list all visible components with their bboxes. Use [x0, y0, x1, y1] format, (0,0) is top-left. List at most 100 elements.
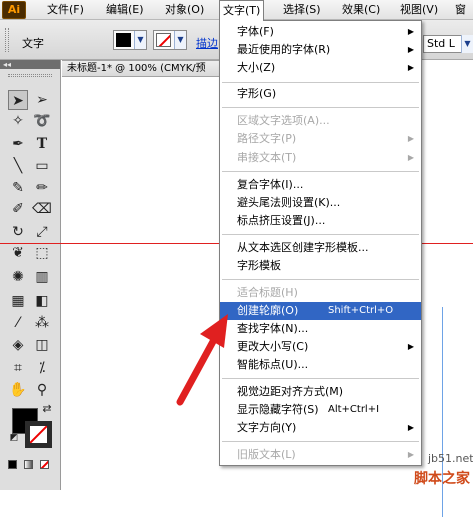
default-colors-icon[interactable]: ◩: [8, 432, 20, 444]
menu-item-area-type-options: 区域文字选项(A)...: [220, 112, 421, 130]
menu-edit[interactable]: 编辑(E): [103, 0, 147, 20]
submenu-arrow-icon: ▶: [407, 342, 414, 351]
live-paint-selection-tool-icon[interactable]: ◫: [32, 335, 52, 355]
blob-brush-tool-icon[interactable]: ✐: [8, 199, 28, 219]
menu-item-recent-fonts[interactable]: 最近使用的字体(R) ▶: [220, 41, 421, 59]
selection-tool-icon[interactable]: ➤: [8, 90, 28, 110]
eraser-tool-icon[interactable]: ⌫: [32, 199, 52, 219]
menu-item-label: 复合字体(I)...: [237, 178, 304, 191]
menu-item-optical-margin-alignment[interactable]: 视觉边距对齐方式(M): [220, 383, 421, 401]
menu-item-mojikumi-settings[interactable]: 标点挤压设置(J)...: [220, 212, 421, 230]
document-tab[interactable]: 未标题-1* @ 100% (CMYK/预: [62, 60, 220, 77]
menu-effect[interactable]: 效果(C): [339, 0, 383, 20]
rectangle-tool-icon[interactable]: ▭: [32, 156, 52, 176]
menu-item-label: 串接文本(T): [237, 151, 297, 164]
stroke-link[interactable]: 描边: [196, 35, 218, 51]
menu-item-fit-headline: 适合标题(H): [220, 284, 421, 302]
collapse-panel-icon[interactable]: ◂◂: [0, 60, 60, 69]
menu-item-label: 字形(G): [237, 87, 277, 100]
menu-item-threaded-text: 串接文本(T) ▶: [220, 149, 421, 167]
chevron-down-icon[interactable]: ▼: [134, 31, 146, 49]
submenu-arrow-icon: ▶: [407, 134, 414, 143]
menu-item-shortcut: Alt+Ctrl+I: [328, 404, 380, 415]
blend-tool-icon[interactable]: ⁂: [32, 313, 52, 333]
menu-item-label: 区域文字选项(A)...: [237, 114, 330, 127]
menu-object[interactable]: 对象(O): [162, 0, 207, 20]
lasso-tool-icon[interactable]: ➰: [32, 111, 52, 131]
direct-selection-tool-icon[interactable]: ➢: [32, 90, 52, 110]
menu-item-smart-punctuation[interactable]: 智能标点(U)...: [220, 356, 421, 374]
gradient-mode-icon[interactable]: [24, 460, 33, 469]
mesh-tool-icon[interactable]: ▦: [8, 291, 28, 311]
line-tool-icon[interactable]: ╲: [8, 156, 28, 176]
stroke-color-swatch[interactable]: [25, 421, 52, 448]
chevron-down-icon[interactable]: ▼: [174, 31, 186, 49]
column-graph-tool-icon[interactable]: ▥: [32, 267, 52, 287]
slice-tool-icon[interactable]: ⁒: [32, 358, 52, 378]
control-bar-grip[interactable]: [5, 28, 9, 52]
menu-item-shortcut: Shift+Ctrl+O: [328, 305, 394, 316]
menu-type[interactable]: 文字(T): [219, 0, 265, 21]
submenu-arrow-icon: ▶: [407, 423, 414, 432]
menu-item-glyphs[interactable]: 字形(G): [220, 85, 421, 103]
menu-item-create-glyph-template[interactable]: 从文本选区创建字形模板...: [220, 239, 421, 257]
menu-item-type-orientation[interactable]: 文字方向(Y) ▶: [220, 419, 421, 437]
symbol-sprayer-tool-icon[interactable]: ✺: [8, 267, 28, 287]
menu-item-label: 字体(F): [237, 25, 274, 38]
warp-tool-icon[interactable]: ❦: [8, 243, 28, 263]
menu-item-change-case[interactable]: 更改大小写(C) ▶: [220, 338, 421, 356]
menu-bar: Ai 文件(F) 编辑(E) 对象(O) 文字(T) 选择(S) 效果(C) 视…: [0, 0, 473, 21]
menu-item-show-hidden-characters[interactable]: 显示隐藏字符(S) Alt+Ctrl+I: [220, 401, 421, 419]
menu-item-kinsoku-settings[interactable]: 避头尾法则设置(K)...: [220, 194, 421, 212]
panel-grip[interactable]: [8, 74, 52, 77]
menu-item-label: 标点挤压设置(J)...: [237, 214, 326, 227]
type-tool-icon[interactable]: T: [32, 134, 52, 154]
menu-item-size[interactable]: 大小(Z) ▶: [220, 59, 421, 77]
menu-item-label: 最近使用的字体(R): [237, 43, 331, 56]
crop-area-tool-icon[interactable]: ⌗: [8, 358, 28, 378]
eyedropper-tool-icon[interactable]: ⁄: [8, 313, 28, 333]
stroke-color-picker[interactable]: ▼: [153, 30, 187, 50]
color-mode-icon[interactable]: [8, 460, 17, 469]
menu-item-label: 旧版文本(L): [237, 448, 296, 461]
annotation-arrow-icon: [176, 314, 228, 406]
menu-item-find-font[interactable]: 查找字体(N)...: [220, 320, 421, 338]
fill-color-picker[interactable]: ▼: [113, 30, 147, 50]
scale-tool-icon[interactable]: ⤢: [32, 222, 52, 242]
menu-item-composite-fonts[interactable]: 复合字体(I)...: [220, 176, 421, 194]
zoom-tool-icon[interactable]: ⚲: [32, 380, 52, 400]
live-paint-bucket-tool-icon[interactable]: ◈: [8, 335, 28, 355]
menu-view[interactable]: 视图(V): [397, 0, 441, 20]
chevron-down-icon[interactable]: ▼: [461, 35, 473, 53]
paintbrush-tool-icon[interactable]: ✎: [8, 178, 28, 198]
menu-separator: [222, 234, 419, 235]
pen-tool-icon[interactable]: ✒: [8, 134, 28, 154]
menu-item-font[interactable]: 字体(F) ▶: [220, 23, 421, 41]
rotate-tool-icon[interactable]: ↻: [8, 222, 28, 242]
menu-window[interactable]: 窗: [452, 0, 469, 20]
none-mode-icon[interactable]: [40, 460, 49, 469]
gradient-tool-icon[interactable]: ◧: [32, 291, 52, 311]
pencil-tool-icon[interactable]: ✏: [32, 178, 52, 198]
menu-item-label: 适合标题(H): [237, 286, 298, 299]
menu-item-label: 字形模板: [237, 259, 281, 272]
swap-colors-icon[interactable]: ⇄: [40, 402, 54, 416]
menu-item-label: 大小(Z): [237, 61, 276, 74]
menu-item-label: 避头尾法则设置(K)...: [237, 196, 341, 209]
submenu-arrow-icon: ▶: [407, 450, 414, 459]
menu-separator: [222, 171, 419, 172]
menu-separator: [222, 441, 419, 442]
menu-separator: [222, 279, 419, 280]
menu-file[interactable]: 文件(F): [44, 0, 87, 20]
free-transform-tool-icon[interactable]: ⬚: [32, 243, 52, 263]
menu-select[interactable]: 选择(S): [280, 0, 324, 20]
menu-item-label: 文字方向(Y): [237, 421, 297, 434]
menu-item-create-outlines[interactable]: 创建轮廓(O) Shift+Ctrl+O: [220, 302, 421, 320]
stroke-swatch: [156, 33, 171, 47]
menu-item-label: 更改大小写(C): [237, 340, 309, 353]
magic-wand-tool-icon[interactable]: ✧: [8, 111, 28, 131]
menu-item-glyph-template[interactable]: 字形模板: [220, 257, 421, 275]
hand-tool-icon[interactable]: ✋: [8, 380, 28, 400]
menu-separator: [222, 82, 419, 83]
menu-item-label: 路径文字(P): [237, 132, 297, 145]
